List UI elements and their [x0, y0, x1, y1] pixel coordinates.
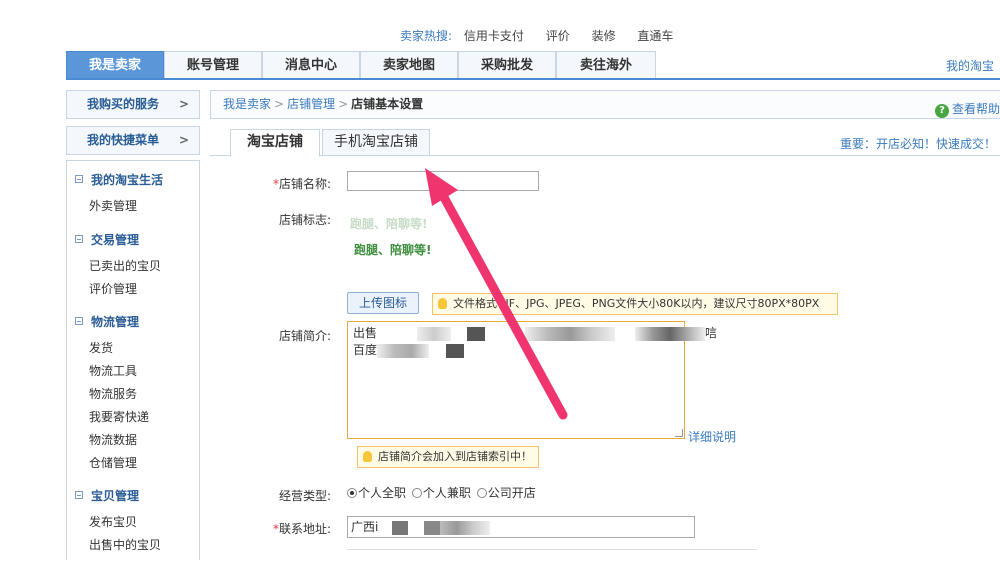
- intro-line-1: 出售唁: [353, 326, 718, 341]
- textarea-resize-handle[interactable]: [675, 429, 683, 437]
- address-input[interactable]: 广西i: [347, 516, 695, 538]
- tab-seller-map[interactable]: 卖家地图: [360, 51, 458, 78]
- collapse-icon: [75, 491, 83, 499]
- tab-mobile-shop[interactable]: 手机淘宝店铺: [322, 129, 430, 156]
- breadcrumb-seller[interactable]: 我是卖家: [223, 97, 271, 111]
- intro-index-tip: 店铺简介会加入到店铺索引中！: [357, 446, 539, 468]
- sidebar-item-publish[interactable]: 发布宝贝: [89, 513, 137, 530]
- breadcrumb: 我是卖家 > 店铺管理 > 店铺基本设置 ? 查看帮助: [210, 90, 1000, 119]
- radio-company[interactable]: 公司开店: [476, 486, 536, 500]
- hot-search-link-credit-card[interactable]: 信用卡支付: [464, 29, 524, 43]
- collapse-icon: [75, 175, 83, 183]
- logo-format-tip: 文件格式GIF、JPG、JPEG、PNG文件大小80K以内，建议尺寸80PX*8…: [432, 293, 838, 315]
- sidebar-group-trade[interactable]: 交易管理: [75, 231, 139, 248]
- tab-wholesale[interactable]: 采购批发: [458, 51, 556, 78]
- sidebar-group-items[interactable]: 宝贝管理: [75, 487, 139, 504]
- logo-text-faded: 跑腿、陪聊等!: [350, 217, 428, 231]
- radio-parttime[interactable]: 个人兼职: [411, 486, 471, 500]
- tab-messages[interactable]: 消息中心: [262, 51, 360, 78]
- sidebar-item-logistics-tools[interactable]: 物流工具: [89, 362, 137, 379]
- breadcrumb-current: 店铺基本设置: [351, 97, 424, 111]
- sidebar-item-send-express[interactable]: 我要寄快递: [89, 408, 149, 425]
- sidebar-item-reviews[interactable]: 评价管理: [89, 280, 137, 297]
- hot-search-link-review[interactable]: 评价: [546, 29, 570, 43]
- breadcrumb-separator: >: [274, 97, 285, 111]
- hot-search-bar: 卖家热搜: 信用卡支付 评价 装修 直通车: [400, 27, 691, 44]
- shop-intro-label: 店铺简介:: [278, 329, 331, 343]
- help-icon: ?: [934, 104, 949, 118]
- chevron-right-icon: >: [178, 133, 189, 147]
- collapse-icon: [75, 235, 83, 243]
- upload-logo-button[interactable]: 上传图标: [347, 292, 419, 314]
- breadcrumb-shop-management[interactable]: 店铺管理: [287, 97, 335, 111]
- logo-text: 跑腿、陪聊等!: [354, 243, 432, 257]
- tab-seller[interactable]: 我是卖家: [66, 51, 164, 78]
- sidebar-item-warehouse[interactable]: 仓储管理: [89, 454, 137, 471]
- quick-menu-button[interactable]: 我的快捷菜单 >: [66, 126, 200, 155]
- sidebar: 我的淘宝生活 外卖管理 交易管理 已卖出的宝贝 评价管理 物流管理 发货 物流工…: [66, 160, 200, 560]
- radio-fulltime[interactable]: 个人全职: [347, 486, 406, 500]
- shop-intro-textarea[interactable]: 出售唁 百度: [347, 321, 718, 439]
- business-type-radio-group: 个人全职 个人兼职 公司开店: [347, 484, 538, 501]
- sidebar-group-life[interactable]: 我的淘宝生活: [75, 171, 163, 188]
- purchased-services-label: 我购买的服务: [87, 97, 160, 111]
- tab-taobao-shop[interactable]: 淘宝店铺: [230, 129, 320, 157]
- breadcrumb-separator: >: [338, 97, 349, 111]
- sidebar-item-logistics-service[interactable]: 物流服务: [89, 385, 137, 402]
- tab-account[interactable]: 账号管理: [164, 51, 262, 78]
- business-type-label: 经营类型:: [278, 489, 331, 503]
- sidebar-item-sold[interactable]: 已卖出的宝贝: [89, 257, 161, 274]
- hot-search-link-decoration[interactable]: 装修: [592, 29, 616, 43]
- tab-overseas[interactable]: 卖往海外: [556, 51, 656, 78]
- shop-logo-image: 跑腿、陪聊等! 跑腿、陪聊等!: [350, 205, 432, 265]
- shop-logo-label: 店铺标志:: [278, 213, 331, 227]
- hot-search-label: 卖家热搜:: [400, 29, 453, 43]
- divider: [347, 549, 757, 550]
- lightbulb-icon: [438, 298, 447, 309]
- purchased-services-button[interactable]: 我购买的服务 >: [66, 90, 200, 119]
- shop-name-label: *店铺名称:: [272, 177, 331, 191]
- my-taobao-link[interactable]: 我的淘宝: [946, 57, 994, 74]
- important-notice-link[interactable]: 重要：开店必知！快速成交！: [840, 135, 996, 152]
- shop-tabs: 淘宝店铺 手机淘宝店铺 重要：开店必知！快速成交！: [210, 129, 1000, 157]
- detail-info-link[interactable]: 详细说明: [688, 428, 736, 445]
- quick-menu-label: 我的快捷菜单: [87, 133, 160, 147]
- intro-line-2: 百度: [353, 342, 679, 359]
- radio-unchecked-icon: [476, 488, 487, 498]
- radio-unchecked-icon: [411, 488, 422, 498]
- chevron-right-icon: >: [178, 97, 189, 111]
- radio-checked-icon: [347, 488, 357, 498]
- sidebar-item-logistics-data[interactable]: 物流数据: [89, 431, 137, 448]
- lightbulb-icon: [363, 451, 372, 462]
- sidebar-item-takeaway[interactable]: 外卖管理: [89, 197, 137, 214]
- help-label: 查看帮助: [951, 102, 1000, 116]
- sidebar-group-logistics[interactable]: 物流管理: [75, 313, 139, 330]
- sidebar-item-ship[interactable]: 发货: [89, 339, 113, 356]
- shop-name-input[interactable]: [347, 171, 539, 191]
- hot-search-link-express[interactable]: 直通车: [637, 29, 673, 43]
- collapse-icon: [75, 317, 83, 325]
- sidebar-item-on-sale[interactable]: 出售中的宝贝: [89, 536, 161, 553]
- top-nav: 我是卖家 账号管理 消息中心 卖家地图 采购批发 卖往海外 我的淘宝: [66, 51, 1000, 80]
- help-link[interactable]: ? 查看帮助: [934, 96, 1000, 123]
- address-label: *联系地址:: [272, 522, 331, 536]
